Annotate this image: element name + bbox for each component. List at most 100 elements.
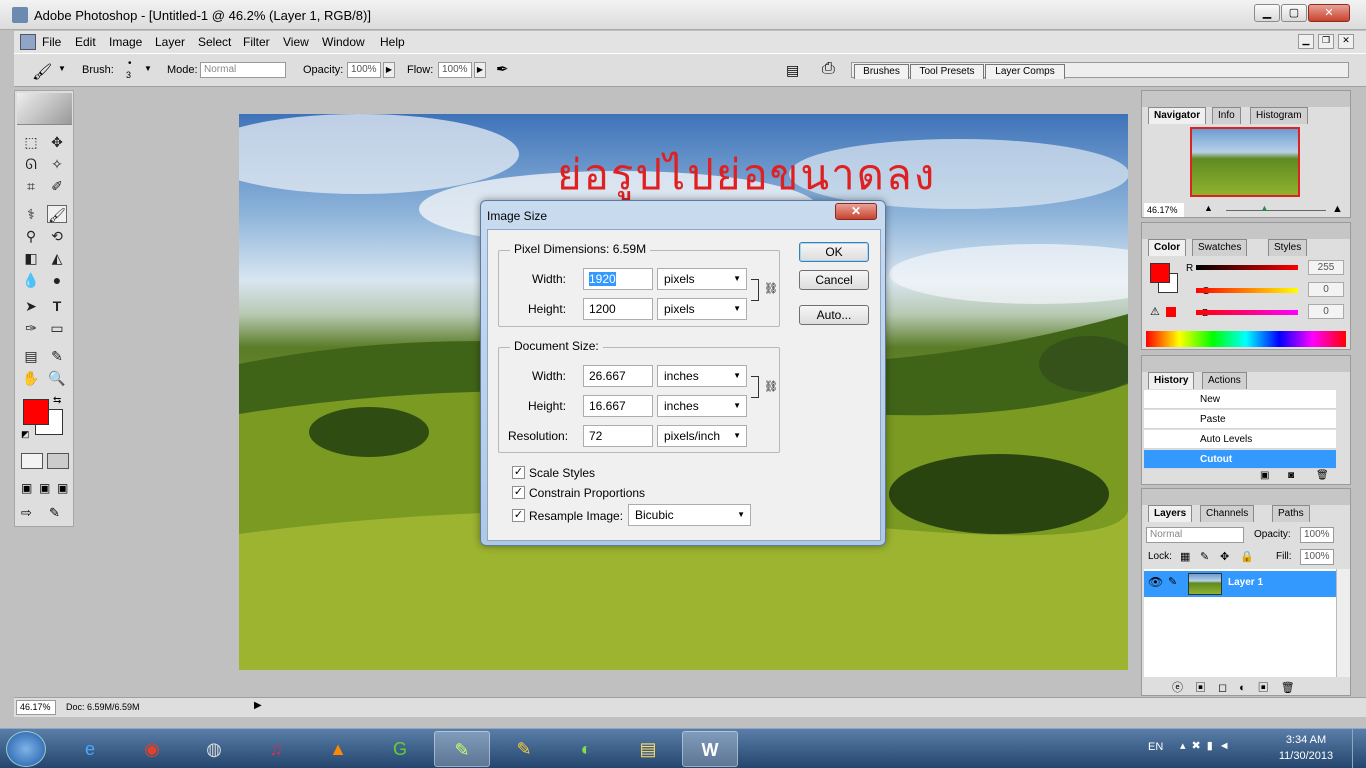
taskbar-photoshop-icon[interactable]: ✎ bbox=[434, 731, 490, 767]
opacity-slider-arrow-icon[interactable]: ▶ bbox=[383, 62, 395, 78]
eyedropper-tool-icon[interactable]: ✎ bbox=[47, 347, 67, 365]
opacity-field[interactable]: 100% bbox=[347, 62, 381, 78]
resample-image-checkbox[interactable]: ✓ bbox=[512, 509, 525, 522]
lock-position-icon[interactable]: ✥ bbox=[1220, 550, 1229, 563]
screen-mode-full-icon[interactable]: ▣ bbox=[57, 481, 68, 495]
history-item-auto-levels[interactable]: Auto Levels bbox=[1144, 430, 1336, 449]
clone-stamp-tool-icon[interactable]: ⚲ bbox=[21, 227, 41, 245]
airbrush-icon[interactable]: ✒ bbox=[496, 60, 509, 78]
notes-tool-icon[interactable]: ▤ bbox=[21, 347, 41, 365]
scale-styles-checkbox[interactable]: ✓ bbox=[512, 466, 525, 479]
paint-bucket-tool-icon[interactable]: ◭ bbox=[47, 249, 67, 267]
color-fg-swatch[interactable] bbox=[1150, 263, 1170, 283]
history-item-new[interactable]: New bbox=[1144, 390, 1336, 409]
healing-brush-tool-icon[interactable]: ⚕ bbox=[21, 205, 41, 223]
taskbar-imageready-icon[interactable]: ✎ bbox=[496, 731, 552, 767]
taskbar-vlc-icon[interactable]: ▲ bbox=[310, 731, 366, 767]
flow-slider-arrow-icon[interactable]: ▶ bbox=[474, 62, 486, 78]
pixel-width-input[interactable]: 1920 bbox=[583, 268, 653, 290]
gamut-color-chip[interactable] bbox=[1166, 307, 1176, 317]
b-value-field[interactable]: 0 bbox=[1308, 304, 1344, 319]
brush-tool-icon[interactable]: 🖌 bbox=[32, 62, 52, 82]
zoom-tool-icon[interactable]: 🔍 bbox=[47, 369, 67, 387]
menu-view[interactable]: View bbox=[283, 35, 309, 49]
taskbar-app-icon[interactable]: G bbox=[372, 731, 428, 767]
doc-minimize-button[interactable]: ▁ bbox=[1298, 34, 1314, 49]
well-tab-tool-presets[interactable]: Tool Presets bbox=[910, 64, 984, 79]
gamut-warning-icon[interactable]: ⚠ bbox=[1150, 305, 1160, 318]
magic-wand-tool-icon[interactable]: ✧ bbox=[47, 155, 67, 173]
fill-field[interactable]: 100% bbox=[1300, 549, 1334, 565]
menu-file[interactable]: File bbox=[42, 35, 61, 49]
imageready-icon[interactable]: ✎ bbox=[49, 505, 60, 521]
tab-actions[interactable]: Actions bbox=[1202, 372, 1247, 389]
resample-method-select[interactable]: Bicubic bbox=[628, 504, 751, 526]
tab-color[interactable]: Color bbox=[1148, 239, 1187, 256]
layer-action-icons[interactable]: ⓔ▣◻◐▣🗑 bbox=[1172, 679, 1307, 695]
dodge-tool-icon[interactable]: ● bbox=[47, 271, 67, 289]
status-menu-arrow-icon[interactable]: ▶ bbox=[254, 700, 262, 711]
layer-brush-link-icon[interactable]: ✎ bbox=[1168, 575, 1177, 588]
history-item-paste[interactable]: Paste bbox=[1144, 410, 1336, 429]
tab-paths[interactable]: Paths bbox=[1272, 505, 1310, 522]
eraser-tool-icon[interactable]: ◧ bbox=[21, 249, 41, 267]
language-indicator[interactable]: EN bbox=[1148, 741, 1163, 753]
pen-tool-icon[interactable]: ✑ bbox=[21, 319, 41, 337]
pixel-height-unit-select[interactable]: pixels bbox=[657, 298, 747, 320]
jump-to-imageready-icon[interactable]: ⇨ bbox=[21, 505, 32, 521]
color-spectrum-bar[interactable] bbox=[1146, 331, 1346, 347]
layers-scrollbar[interactable] bbox=[1336, 569, 1350, 677]
menu-image[interactable]: Image bbox=[109, 35, 142, 49]
menu-help[interactable]: Help bbox=[380, 35, 405, 49]
taskbar-media-icon[interactable]: ◍ bbox=[186, 731, 242, 767]
menu-window[interactable]: Window bbox=[322, 35, 365, 49]
swap-colors-icon[interactable]: ⇆ bbox=[53, 395, 61, 406]
well-tab-layer-comps[interactable]: Layer Comps bbox=[985, 64, 1065, 79]
resolution-input[interactable]: 72 bbox=[583, 425, 653, 447]
brush-tool-icon[interactable]: 🖌 bbox=[47, 205, 67, 223]
feather-logo[interactable] bbox=[17, 93, 72, 125]
navigator-zoom-slider[interactable] bbox=[1226, 210, 1326, 211]
tab-info[interactable]: Info bbox=[1212, 107, 1241, 124]
minimize-button[interactable]: ▁ bbox=[1254, 4, 1280, 22]
resolution-unit-select[interactable]: pixels/inch bbox=[657, 425, 747, 447]
taskbar-internet-explorer-icon[interactable]: e bbox=[62, 731, 118, 767]
taskbar-image-viewer-icon[interactable]: ◐ bbox=[558, 731, 614, 767]
history-item-cutout[interactable]: Cutout bbox=[1144, 450, 1336, 469]
start-button[interactable] bbox=[6, 731, 46, 767]
default-colors-icon[interactable]: ◩ bbox=[21, 429, 30, 440]
screen-mode-menu-icon[interactable]: ▣ bbox=[39, 481, 50, 495]
menu-layer[interactable]: Layer bbox=[155, 35, 185, 49]
menu-select[interactable]: Select bbox=[198, 35, 231, 49]
delete-state-icon[interactable]: 🗑 bbox=[1316, 470, 1329, 481]
doc-close-button[interactable]: ✕ bbox=[1338, 34, 1354, 49]
type-tool-icon[interactable]: T bbox=[47, 297, 67, 315]
taskbar-chrome-icon[interactable]: ◉ bbox=[124, 731, 180, 767]
layer-visibility-eye-icon[interactable]: 👁 bbox=[1148, 575, 1163, 589]
doc-restore-button[interactable]: ❐ bbox=[1318, 34, 1334, 49]
hand-tool-icon[interactable]: ✋ bbox=[21, 369, 41, 387]
maximize-button[interactable]: ▢ bbox=[1281, 4, 1307, 22]
menu-edit[interactable]: Edit bbox=[75, 35, 96, 49]
doc-width-input[interactable]: 26.667 bbox=[583, 365, 653, 387]
r-value-field[interactable]: 255 bbox=[1308, 260, 1344, 275]
tab-channels[interactable]: Channels bbox=[1200, 505, 1255, 522]
brush-preview-icon[interactable]: • bbox=[128, 58, 132, 69]
path-selection-tool-icon[interactable]: ➤ bbox=[21, 297, 41, 315]
quick-mask-mode-icon[interactable] bbox=[47, 453, 69, 469]
taskbar-explorer-icon[interactable]: ▤ bbox=[620, 731, 676, 767]
blend-mode-select[interactable]: Normal bbox=[1146, 527, 1244, 543]
standard-mode-icon[interactable] bbox=[21, 453, 43, 469]
palette-well-icon[interactable]: ⎙ bbox=[822, 60, 835, 78]
dialog-close-button[interactable]: ✕ bbox=[835, 203, 877, 220]
navigator-thumbnail[interactable] bbox=[1190, 127, 1300, 197]
zoom-out-icon[interactable]: ▲ bbox=[1204, 203, 1213, 213]
status-zoom-field[interactable]: 46.17% bbox=[16, 700, 56, 715]
tab-history[interactable]: History bbox=[1148, 372, 1195, 389]
history-brush-tool-icon[interactable]: ⟲ bbox=[47, 227, 67, 245]
blur-tool-icon[interactable]: 💧 bbox=[21, 271, 41, 289]
shape-tool-icon[interactable]: ▭ bbox=[47, 319, 67, 337]
clock-time[interactable]: 3:34 AM bbox=[1276, 734, 1336, 746]
constrain-proportions-checkbox[interactable]: ✓ bbox=[512, 486, 525, 499]
file-browser-icon[interactable]: ▤ bbox=[786, 62, 799, 79]
